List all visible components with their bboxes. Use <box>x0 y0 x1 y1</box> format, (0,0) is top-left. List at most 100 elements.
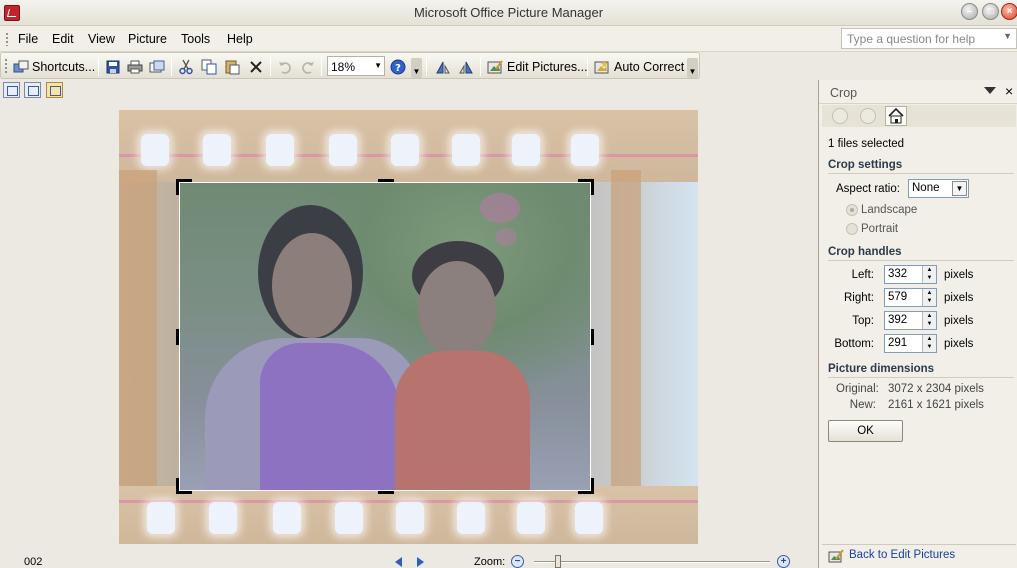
home-button[interactable] <box>885 106 907 126</box>
delete-icon <box>250 60 262 73</box>
window-title: Microsoft Office Picture Manager <box>413 5 604 20</box>
film-edge-right <box>611 170 641 490</box>
edit-pictures-icon <box>487 59 503 73</box>
menu-help[interactable]: Help <box>227 32 253 46</box>
right-label: Right: <box>843 292 874 304</box>
portrait-radio[interactable] <box>846 223 858 235</box>
bottom-crop-value: 291 <box>888 337 908 349</box>
bottom-crop-input[interactable]: 291 ▲ ▼ <box>884 334 937 353</box>
zoom-combo[interactable]: 18% ▼ <box>327 56 385 76</box>
landscape-radio[interactable] <box>846 204 858 216</box>
pane-menu-chevron-icon[interactable] <box>984 87 996 94</box>
left-unit-label: pixels <box>944 269 974 281</box>
left-crop-input[interactable]: 332 ▲ ▼ <box>884 265 937 284</box>
thumbnail-view-button[interactable] <box>3 82 20 98</box>
zoom-slider-track[interactable] <box>534 561 770 563</box>
next-picture-icon[interactable] <box>417 557 424 567</box>
menu-picture[interactable]: Picture <box>128 32 167 46</box>
shortcuts-icon <box>13 60 29 72</box>
spinner-arrows-icon[interactable]: ▲ ▼ <box>922 335 936 352</box>
zoom-out-icon[interactable]: − <box>511 555 524 568</box>
rotate-left-button[interactable] <box>435 58 451 75</box>
new-label: New: <box>849 399 876 411</box>
aspect-ratio-select[interactable]: None ▼ <box>908 179 969 198</box>
chevron-down-icon[interactable]: ▼ <box>374 61 382 70</box>
bottom-label: Bottom: <box>834 338 874 350</box>
crop-settings-heading: Crop settings <box>828 159 903 171</box>
film-perforation <box>147 502 175 534</box>
right-crop-input[interactable]: 579 ▲ ▼ <box>884 288 937 307</box>
spinner-arrows-icon[interactable]: ▲ ▼ <box>922 312 936 329</box>
crop-handle-bottom[interactable] <box>378 491 394 494</box>
help-button[interactable]: ? <box>390 58 406 75</box>
crop-handle-top-right[interactable] <box>591 179 594 195</box>
close-button[interactable]: × <box>1001 3 1017 20</box>
film-perforation <box>141 134 169 166</box>
redo-button[interactable] <box>300 58 316 75</box>
toolbar-overflow-icon[interactable]: ▼ <box>687 58 698 78</box>
menu-tools[interactable]: Tools <box>181 32 210 46</box>
pane-close-icon[interactable]: × <box>1005 83 1013 99</box>
toolbar-grip-icon[interactable] <box>4 58 8 74</box>
film-perforation <box>266 134 294 166</box>
edit-pictures-button[interactable]: Edit Pictures... <box>487 58 588 75</box>
ok-button[interactable]: OK <box>828 420 903 442</box>
shortcuts-button[interactable]: Shortcuts... <box>13 58 95 75</box>
menu-view[interactable]: View <box>88 32 115 46</box>
portrait-label: Portrait <box>861 223 899 235</box>
back-to-edit-pictures-link[interactable]: Back to Edit Pictures <box>849 549 955 561</box>
undo-button[interactable] <box>277 58 293 75</box>
auto-correct-icon <box>594 59 609 73</box>
back-arrow-icon[interactable] <box>832 108 848 124</box>
redo-icon <box>302 61 314 74</box>
toolbar-separator <box>270 57 271 76</box>
crop-handle-bottom-right[interactable] <box>591 478 594 494</box>
print-button[interactable] <box>127 58 143 75</box>
film-perforation <box>512 134 540 166</box>
crop-task-pane: Crop × 1 files selected Crop settings As… <box>818 80 1017 568</box>
copy-button[interactable] <box>201 58 217 75</box>
film-edge-left <box>119 170 157 490</box>
film-perforation <box>209 502 237 534</box>
menu-file[interactable]: File <box>18 32 38 46</box>
film-perforation <box>329 134 357 166</box>
shortcuts-label: Shortcuts... <box>32 59 96 74</box>
rotate-right-button[interactable] <box>458 58 474 75</box>
svg-text:?: ? <box>395 63 401 74</box>
menu-grip-icon[interactable] <box>5 32 9 46</box>
film-perforation <box>571 134 599 166</box>
zoom-slider-thumb[interactable] <box>555 555 561 568</box>
crop-handles-heading: Crop handles <box>828 246 902 258</box>
zoom-in-icon[interactable]: + <box>777 555 790 568</box>
save-button[interactable] <box>105 58 121 75</box>
help-search-input[interactable]: Type a question for help ▼ <box>841 28 1017 49</box>
forward-arrow-icon[interactable] <box>860 108 876 124</box>
previous-picture-icon[interactable] <box>395 557 402 567</box>
home-icon <box>888 107 904 124</box>
email-button[interactable] <box>149 58 165 75</box>
delete-button[interactable] <box>248 58 264 75</box>
cut-button[interactable] <box>178 58 194 75</box>
chevron-down-icon[interactable]: ▼ <box>1003 31 1012 41</box>
chevron-down-icon[interactable]: ▼ <box>952 181 967 196</box>
menu-edit[interactable]: Edit <box>52 32 74 46</box>
minimize-button[interactable]: – <box>961 3 978 20</box>
paste-button[interactable] <box>224 58 240 75</box>
auto-correct-button[interactable]: Auto Correct <box>594 58 684 75</box>
pane-navigation <box>822 105 1016 127</box>
left-label: Left: <box>851 269 874 281</box>
single-picture-view-button[interactable] <box>46 82 63 98</box>
toolbar-options-icon[interactable]: ▼ <box>411 58 422 78</box>
filmstrip-view-button[interactable] <box>24 82 41 98</box>
crop-handle-right[interactable] <box>591 329 594 345</box>
title-bar: Microsoft Office Picture Manager – □ × <box>0 0 1017 26</box>
top-crop-input[interactable]: 392 ▲ ▼ <box>884 311 937 330</box>
film-perforation <box>396 502 424 534</box>
pane-divider <box>822 544 1016 545</box>
standard-toolbar: Shortcuts... 18% ▼ ? ▼ Edit Pictures... … <box>0 52 700 79</box>
landscape-label: Landscape <box>861 204 918 216</box>
pane-title: Crop <box>830 86 858 100</box>
spinner-arrows-icon[interactable]: ▲ ▼ <box>922 289 936 306</box>
spinner-arrows-icon[interactable]: ▲ ▼ <box>922 266 936 283</box>
maximize-button[interactable]: □ <box>982 3 999 20</box>
